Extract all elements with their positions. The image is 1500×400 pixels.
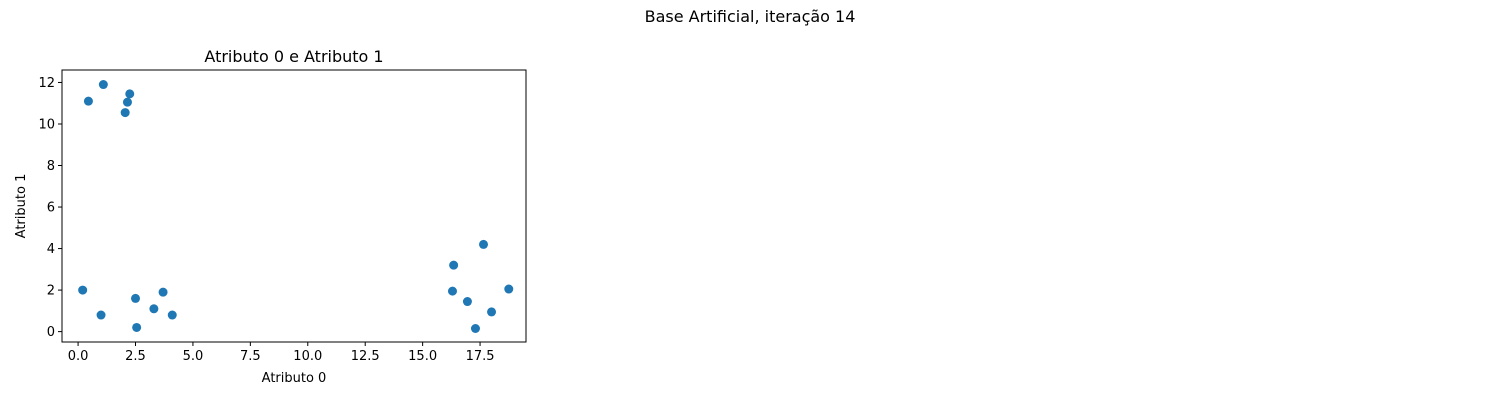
scatter-point <box>167 310 177 320</box>
y-tick-label: 10 <box>38 117 55 132</box>
y-axis-label: Atributo 1 <box>14 174 29 239</box>
y-tick-label: 2 <box>47 284 55 299</box>
x-tick-label: 0.0 <box>68 349 89 364</box>
scatter-point <box>504 284 514 294</box>
x-axis-ticks: 0.0 2.5 5.0 7.5 10.0 12.5 15.0 17.5 <box>68 342 495 364</box>
y-tick-label: 0 <box>47 325 55 340</box>
scatter-point <box>470 324 480 334</box>
scatter-point <box>462 297 472 307</box>
scatter-point <box>447 286 457 296</box>
x-tick-label: 12.5 <box>351 349 380 364</box>
scatter-point <box>120 108 130 118</box>
x-tick-label: 7.5 <box>240 349 261 364</box>
x-tick-label: 17.5 <box>466 349 495 364</box>
y-tick-label: 4 <box>47 242 55 257</box>
scatter-points <box>78 80 514 334</box>
scatter-point <box>125 89 135 99</box>
scatter-point <box>122 97 132 107</box>
scatter-point <box>83 96 93 106</box>
y-tick-label: 12 <box>38 76 55 91</box>
scatter-point <box>131 293 141 303</box>
figure-suptitle: Base Artificial, iteração 14 <box>645 7 856 26</box>
scatter-point <box>96 310 106 320</box>
y-tick-label: 8 <box>47 159 55 174</box>
scatter-point <box>149 304 159 314</box>
chart-title: Atributo 0 e Atributo 1 <box>204 47 383 66</box>
scatter-point <box>132 322 142 332</box>
scatter-point <box>487 307 497 317</box>
plot-area-frame <box>61 69 527 343</box>
scatter-point <box>449 260 459 270</box>
x-tick-label: 10.0 <box>293 349 322 364</box>
scatter-point <box>78 285 88 295</box>
x-tick-label: 2.5 <box>125 349 146 364</box>
y-tick-label: 6 <box>47 201 55 216</box>
scatter-point <box>98 80 108 90</box>
figure: Base Artificial, iteração 14 Atributo 0 … <box>14 7 856 386</box>
scatter-point <box>158 287 168 297</box>
x-tick-label: 5.0 <box>183 349 204 364</box>
x-tick-label: 15.0 <box>408 349 437 364</box>
x-axis-label: Atributo 0 <box>262 371 327 386</box>
scatter-point <box>479 239 489 249</box>
y-axis-ticks: 0 2 4 6 8 10 12 <box>38 76 62 340</box>
